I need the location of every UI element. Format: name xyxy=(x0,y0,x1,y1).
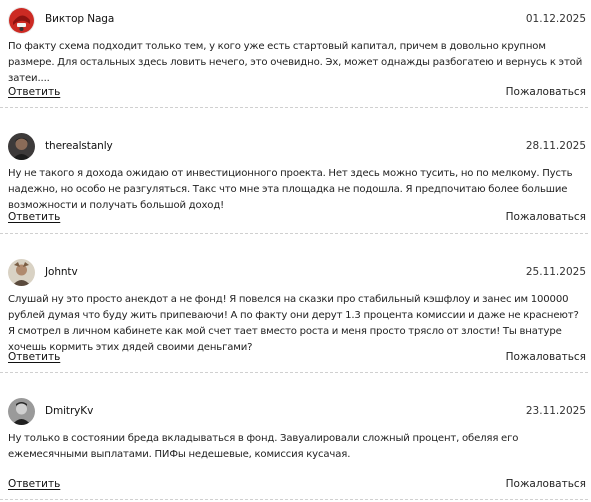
avatar-portrait-light-icon xyxy=(8,259,35,286)
comment-date: 25.11.2025 xyxy=(525,266,586,278)
comment-text: Ну не такого я дохода ожидаю от инвестиц… xyxy=(8,168,573,211)
reply-link[interactable]: Ответить xyxy=(8,351,60,363)
user-avatar[interactable] xyxy=(8,259,35,286)
divider xyxy=(0,499,588,500)
comment-text: Слушай ну это просто анекдот а не фонд! … xyxy=(8,294,579,353)
author-name[interactable]: therealstanly xyxy=(45,140,113,152)
report-link[interactable]: Пожаловаться xyxy=(506,86,586,98)
reply-link[interactable]: Ответить xyxy=(8,86,60,98)
avatar-red-helmet-icon xyxy=(8,7,35,34)
avatar-portrait-bw-icon xyxy=(8,398,35,425)
divider xyxy=(0,107,588,108)
divider xyxy=(0,233,588,234)
author-name[interactable]: DmitryKv xyxy=(45,405,93,417)
comment-text: Ну только в состоянии бреда вкладываться… xyxy=(8,433,519,460)
reply-link[interactable]: Ответить xyxy=(8,478,60,490)
comment-date: 23.11.2025 xyxy=(525,405,586,417)
report-link[interactable]: Пожаловаться xyxy=(506,478,586,490)
comment-date: 28.11.2025 xyxy=(525,140,586,152)
author-name[interactable]: Johntv xyxy=(45,266,78,278)
avatar-portrait-dark-icon xyxy=(8,133,35,160)
report-link[interactable]: Пожаловаться xyxy=(506,351,586,363)
comments-list: Виктор Naga 01.12.2025 По факту схема по… xyxy=(0,0,591,502)
comment-text: По факту схема подходит только тем, у ко… xyxy=(8,41,583,84)
user-avatar[interactable] xyxy=(8,398,35,425)
divider xyxy=(0,372,588,373)
reply-link[interactable]: Ответить xyxy=(8,211,60,223)
report-link[interactable]: Пожаловаться xyxy=(506,211,586,223)
comment-date: 01.12.2025 xyxy=(525,13,586,25)
author-name[interactable]: Виктор Naga xyxy=(45,13,114,25)
user-avatar[interactable] xyxy=(8,133,35,160)
user-avatar[interactable] xyxy=(8,7,35,34)
